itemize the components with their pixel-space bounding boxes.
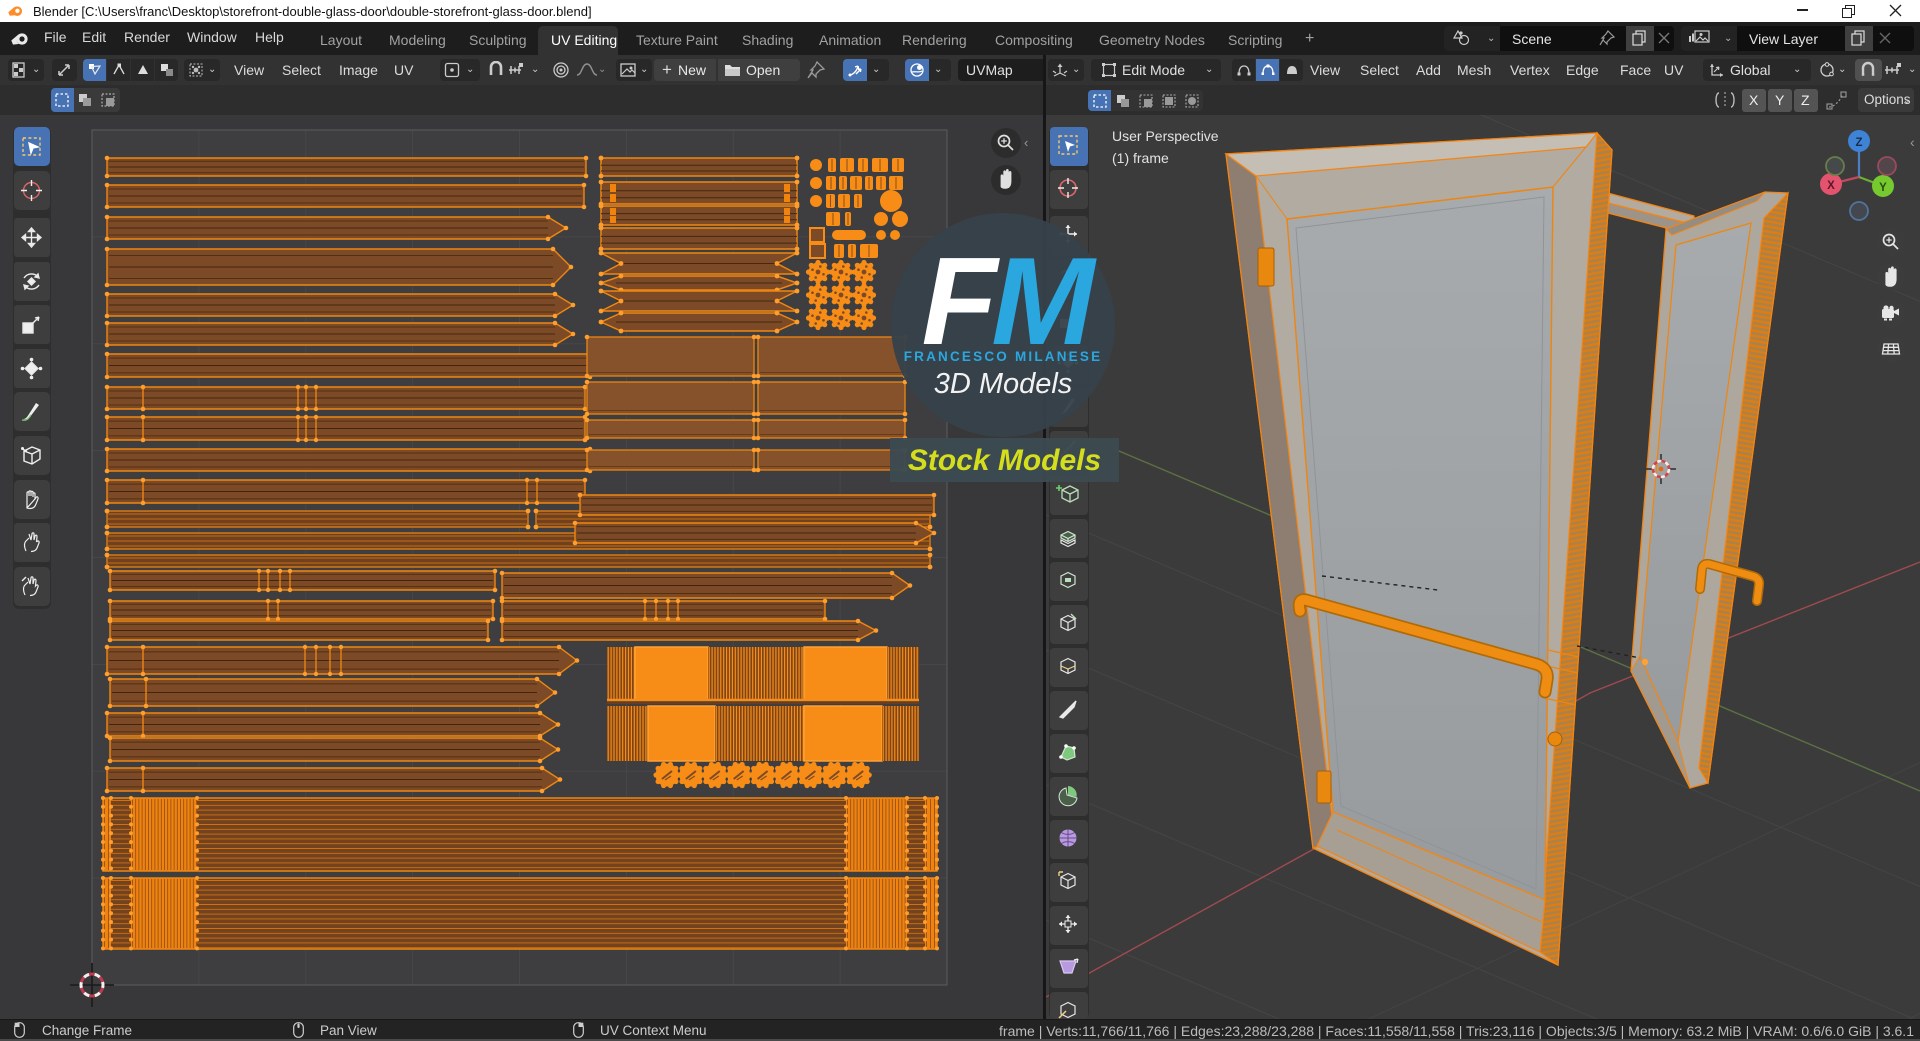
svg-text:‹: ‹ [1024,135,1028,150]
svg-text:X: X [1827,180,1835,192]
svg-text:User Perspective: User Perspective [1112,128,1219,144]
svg-text:‹: ‹ [1910,134,1915,150]
svg-text:Y: Y [1879,182,1887,194]
svg-text:(1) frame: (1) frame [1112,150,1169,166]
svg-text:Z: Z [1855,137,1862,149]
